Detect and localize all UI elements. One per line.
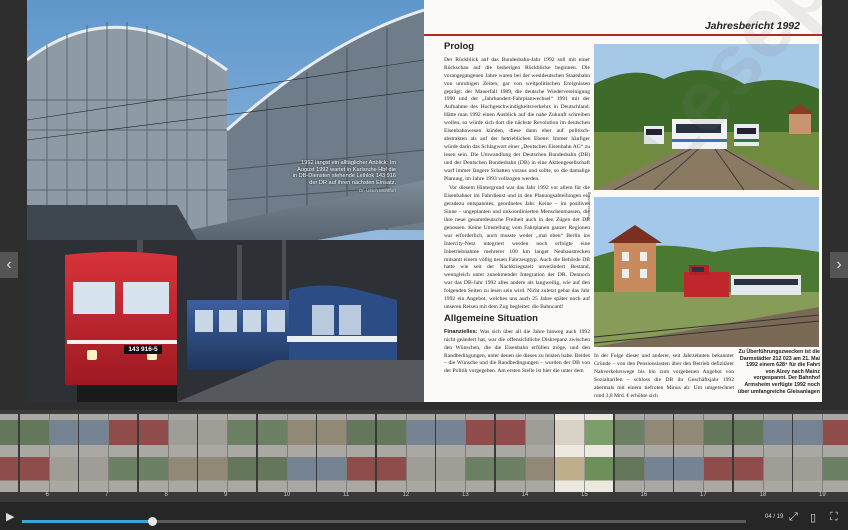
thumbnail-page-number: 16 (640, 492, 648, 498)
thumbnail-page[interactable] (793, 414, 848, 492)
left-photo-caption: 1992 längst ein alltäglicher Anblick: Im… (292, 160, 396, 195)
thumbnail-dim-overlay (257, 414, 316, 492)
thumbnail-dim-overlay (19, 414, 78, 492)
page-header: Jahresbericht 1992 (424, 0, 822, 36)
trains-photo (594, 44, 819, 190)
photo-credit-side: Thomas Kräling (586, 191, 591, 220)
thumbnail-page-number: 14 (521, 492, 529, 498)
photo2-caption: Zu Überführungszwecken ist die Darmstädt… (737, 349, 820, 395)
thumbnail-page[interactable] (436, 414, 494, 492)
chevron-left-icon: ‹ (6, 256, 12, 273)
thumbnail-dim-overlay (674, 414, 732, 492)
paragraph: Finanzielles: Was sich über all die Jahr… (444, 329, 590, 376)
thumbnail-page-number: 11 (343, 492, 350, 498)
thumbnail-page-number: 7 (105, 492, 109, 498)
thumbnail-page-number: 10 (283, 492, 291, 498)
station-photo (594, 197, 819, 347)
thumbnail-dim-overlay (793, 414, 848, 492)
thumbnail-page-number: 15 (581, 492, 588, 498)
thumbnail-dim-overlay (317, 414, 375, 492)
thumbnail-half (555, 414, 584, 492)
photo-station-diesel (594, 197, 819, 347)
thumbnail-dim-overlay (733, 414, 792, 492)
thumbnail-page[interactable] (317, 414, 375, 492)
thumbnail-page[interactable] (0, 414, 18, 492)
thumbnail-dim-overlay (198, 414, 256, 492)
thumbnail-page-number: 18 (759, 492, 767, 498)
thumbnail-page[interactable] (495, 414, 554, 492)
thumbnail-page[interactable] (614, 414, 673, 492)
prev-page-button[interactable]: ‹ (0, 252, 18, 278)
section-heading-situation: Allgemeine Situation (444, 312, 538, 324)
progress-knob[interactable] (147, 517, 157, 526)
thumbnail-page[interactable] (674, 414, 732, 492)
text-column-2: In der Folge dieser und anderer, seit Ja… (594, 353, 734, 399)
loco-number-plate: 143 916-5 (124, 345, 162, 354)
paragraph: Vor diesem Hintergrund war das Jahr 1992… (444, 185, 590, 310)
chevron-right-icon: › (836, 256, 842, 273)
thumbnail-page[interactable] (555, 414, 613, 492)
photo-credit: Dr. Ulrich Montfort (358, 188, 396, 194)
thumbnail-page[interactable] (733, 414, 792, 492)
thumbnail-strip[interactable]: 6 7 8 9 10 11 12 13 14 15 16 17 18 19 (0, 410, 848, 502)
page-spread: 143 916-5 1992 längst ein alltäglicher A… (27, 0, 822, 402)
paragraph-text: Was sich über all die Jahre hinweg auch … (444, 328, 590, 375)
paragraph-lead: Finanzielles: (444, 328, 478, 335)
single-page-mode-icon[interactable]: ▯ (810, 511, 816, 524)
thumbnail-page-number: 19 (819, 492, 826, 498)
thumbnail-page-number: 8 (164, 492, 168, 498)
station-hall-photo (27, 0, 424, 402)
thumbnail-page[interactable] (138, 414, 197, 492)
right-page[interactable]: Jahresbericht 1992 Prolog Der Rückblick … (424, 0, 822, 402)
thumbnail-dim-overlay (0, 414, 18, 492)
photo-trains-landscape (594, 44, 819, 190)
progress-fill (22, 520, 153, 523)
paragraph: Der Rückblick auf das Bundesbahn-Jahr 19… (444, 56, 590, 182)
play-icon[interactable]: ▶ (6, 510, 14, 523)
thumbnail-page[interactable] (19, 414, 78, 492)
magazine-viewer: 143 916-5 1992 längst ein alltäglicher A… (0, 0, 848, 530)
thumbnail-page[interactable] (376, 414, 435, 492)
thumbnail-page-number: 12 (402, 492, 410, 498)
thumbnail-page-number: 9 (224, 492, 228, 498)
thumbnail-page-number: 6 (45, 492, 49, 498)
text-column-1: Prolog Der Rückblick auf das Bundesbahn-… (444, 40, 590, 378)
thumbnail-dim-overlay (138, 414, 197, 492)
thumbnail-page[interactable] (257, 414, 316, 492)
caption-text: 1992 längst ein alltäglicher Anblick: Im… (292, 160, 396, 186)
thumbnail-page-number: 17 (700, 492, 707, 498)
page-title: Jahresbericht 1992 (704, 20, 800, 32)
fit-to-screen-icon[interactable]: ⤢ (789, 511, 798, 524)
thumbnail-dim-overlay (614, 414, 673, 492)
control-bar: ▶ 04 / 19 ⤢ ▯ ⛶ (0, 502, 848, 530)
thumbnail-page[interactable] (79, 414, 137, 492)
thumbnail-dim-overlay (495, 414, 554, 492)
thumbnail-dim-overlay (376, 414, 435, 492)
thumbnail-dim-overlay (436, 414, 494, 492)
thumbnail-page[interactable] (198, 414, 256, 492)
next-page-button[interactable]: › (830, 252, 848, 278)
progress-slider[interactable] (22, 517, 746, 526)
thumbnail-page-number: 13 (462, 492, 469, 498)
left-page[interactable]: 143 916-5 1992 längst ein alltäglicher A… (27, 0, 424, 402)
section-heading-prolog: Prolog (444, 41, 475, 52)
thumbnail-half (584, 414, 613, 492)
fullscreen-icon[interactable]: ⛶ (830, 511, 838, 524)
page-counter: 04 / 19 (765, 514, 784, 520)
thumbnail-dim-overlay (79, 414, 137, 492)
